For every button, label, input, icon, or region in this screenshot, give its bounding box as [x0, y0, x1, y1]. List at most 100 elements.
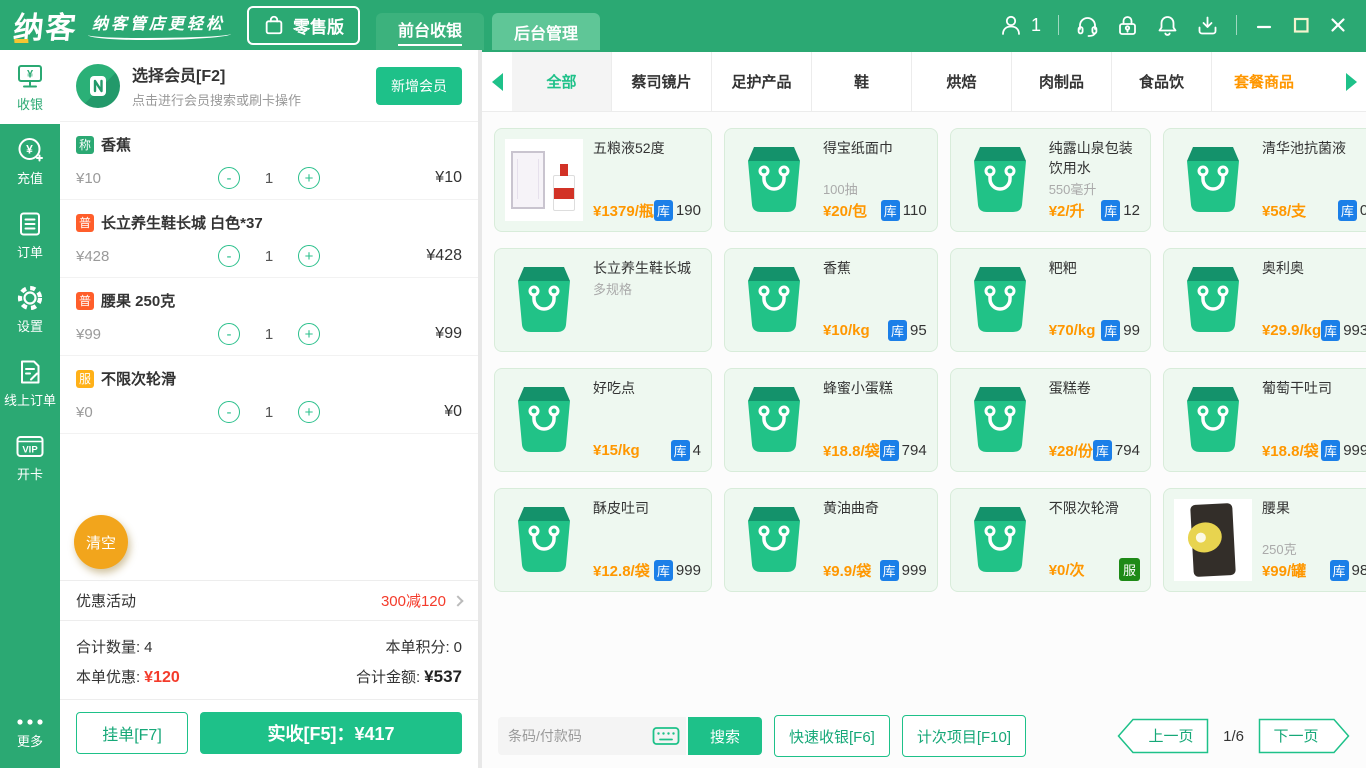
stock-badge: 库 — [1337, 200, 1357, 221]
item-name: 不限次轮滑 — [101, 371, 177, 388]
product-price: ¥99/罐 — [1261, 563, 1307, 580]
category-tab[interactable]: 肉制品 — [1012, 52, 1112, 111]
product-card[interactable]: 腰果 250克 ¥99/罐 库 98 — [1162, 488, 1366, 592]
product-bag-icon — [961, 259, 1039, 341]
product-name: 奥利奥 — [1261, 260, 1304, 276]
bell-icon[interactable] — [1156, 14, 1179, 37]
product-panel: 全部 蔡司镜片 足护产品 鞋 烘焙 肉制品 食品饮 套餐商品 五粮液52度 ¥1… — [482, 50, 1366, 768]
next-page-button[interactable]: 下一页 — [1258, 718, 1350, 754]
category-tab-combo[interactable]: 套餐商品 — [1212, 52, 1316, 111]
qty-plus-button[interactable]: + — [298, 323, 320, 345]
product-card[interactable]: 香蕉 ¥10/kg 库 95 — [723, 248, 938, 352]
points-value: 0 — [453, 638, 462, 656]
clear-cart-button[interactable]: 清空 — [74, 515, 128, 569]
product-card[interactable]: 长立养生鞋长城 多规格 — [494, 248, 712, 352]
product-card[interactable]: 蛋糕卷 ¥28/份库 794 — [949, 368, 1151, 472]
product-photo — [1173, 499, 1252, 581]
product-stock: 库 999 — [879, 560, 927, 581]
product-name: 好吃点 — [593, 380, 635, 396]
product-card[interactable]: 蜂蜜小蛋糕 ¥18.8/袋库 794 — [723, 368, 938, 472]
pay-button[interactable]: 实收[F5]：¥417 — [200, 712, 462, 754]
category-tab[interactable]: 食品饮 — [1112, 52, 1212, 111]
tab-back-management[interactable]: 后台管理 — [492, 13, 601, 50]
product-card[interactable]: 纯露山泉包装饮用水 550毫升 ¥2/升库 12 — [949, 128, 1151, 232]
product-name: 纯露山泉包装饮用水 — [1048, 140, 1133, 176]
lock-icon[interactable] — [1116, 14, 1139, 37]
count-item-button[interactable]: 计次项目[F10] — [901, 715, 1027, 757]
sidebar-item-settings[interactable]: 设置 — [0, 272, 60, 346]
product-card[interactable]: 粑粑 ¥70/kg 库 99 — [949, 248, 1151, 352]
qty-minus-button[interactable]: - — [218, 245, 240, 267]
add-member-button[interactable]: 新增会员 — [376, 66, 462, 105]
product-card[interactable]: 葡萄干吐司 ¥18.8/袋库 999 — [1162, 368, 1366, 472]
svg-text:VIP: VIP — [22, 444, 38, 455]
product-card[interactable]: 黄油曲奇 ¥9.9/袋库 999 — [723, 488, 938, 592]
headset-icon[interactable] — [1076, 14, 1099, 37]
bottom-bar: 搜索 快速收银[F6] 计次项目[F10] 上一页 1/6 下一页 — [482, 704, 1366, 768]
sidebar-item-online-orders[interactable]: 线上订单 — [0, 346, 60, 420]
clear-row: 清空 — [60, 504, 478, 580]
product-name: 五粮液52度 — [593, 140, 665, 156]
qty-plus-button[interactable]: + — [298, 167, 320, 189]
product-card[interactable]: 酥皮吐司 ¥12.8/袋库 999 — [494, 488, 712, 592]
svg-text:¥: ¥ — [26, 142, 33, 156]
product-card[interactable]: 得宝纸面巾 100抽 ¥20/包库 110 — [723, 128, 938, 232]
hold-order-button[interactable]: 挂单[F7] — [76, 712, 188, 754]
promo-row[interactable]: 优惠活动 300减120 — [60, 580, 478, 620]
download-icon[interactable] — [1196, 14, 1219, 37]
sidebar-item-more[interactable]: 更多 — [0, 698, 60, 768]
cart-item[interactable]: 普腰果 250克 ¥99 - 1 + ¥99 — [60, 278, 478, 356]
left-sidebar: ¥ 收银 ¥ 充值 订单 设置 线上订单 VIP 开卡 更多 — [0, 50, 60, 768]
product-stock: 库 999 — [1321, 440, 1366, 461]
product-bag-icon — [735, 139, 813, 221]
order-list-icon — [20, 212, 40, 235]
qty-plus-button[interactable]: + — [298, 401, 320, 423]
stock-badge: 库 — [888, 320, 908, 341]
search-button[interactable]: 搜索 — [688, 717, 762, 755]
product-card[interactable]: 五粮液52度 ¥1379/瓶库 190 — [494, 128, 712, 232]
arrow-left-icon — [491, 72, 503, 91]
product-card[interactable]: 奥利奥 ¥29.9/kg 库 993 — [1162, 248, 1366, 352]
keyboard-icon[interactable] — [652, 725, 680, 747]
sidebar-item-cashier[interactable]: ¥ 收银 — [0, 50, 60, 124]
minimize-button[interactable] — [1254, 15, 1274, 35]
category-tab[interactable]: 蔡司镜片 — [612, 52, 712, 111]
product-card[interactable]: 清华池抗菌液 ¥58/支 库 0 — [1162, 128, 1366, 232]
member-select-bar[interactable]: 选择会员[F2] 点击进行会员搜索或刷卡操作 新增会员 — [60, 50, 478, 122]
maximize-button[interactable] — [1291, 15, 1311, 35]
sidebar-item-recharge[interactable]: ¥ 充值 — [0, 124, 60, 198]
cart-item[interactable]: 称香蕉 ¥10 - 1 + ¥10 — [60, 122, 478, 200]
qty-minus-button[interactable]: - — [218, 167, 240, 189]
category-tab-all[interactable]: 全部 — [512, 52, 612, 111]
product-price: ¥18.8/袋 — [822, 443, 880, 460]
product-spec: 100抽 — [822, 182, 858, 197]
edition-label: 零售版 — [293, 17, 345, 37]
totals-section: 合计数量: 4 本单积分: 0 本单优惠: ¥120 合计金额: ¥537 — [60, 620, 478, 699]
recharge-icon: ¥ — [18, 137, 43, 161]
category-tab[interactable]: 鞋 — [812, 52, 912, 111]
category-tab[interactable]: 烘焙 — [912, 52, 1012, 111]
qty-minus-button[interactable]: - — [218, 401, 240, 423]
product-bag-icon — [1174, 139, 1252, 221]
sidebar-item-vip-card[interactable]: VIP 开卡 — [0, 420, 60, 494]
product-stock: 库 999 — [653, 560, 701, 581]
category-next-arrow[interactable] — [1336, 52, 1366, 111]
sidebar-item-label: 线上订单 — [3, 392, 56, 408]
quick-cashier-button[interactable]: 快速收银[F6] — [774, 715, 890, 757]
qty-minus-button[interactable]: - — [218, 323, 240, 345]
prev-page-button[interactable]: 上一页 — [1117, 718, 1209, 754]
category-prev-arrow[interactable] — [482, 52, 512, 111]
cart-item[interactable]: 服不限次轮滑 ¥0 - 1 + ¥0 — [60, 356, 478, 434]
tab-front-cashier[interactable]: 前台收银 — [376, 13, 485, 50]
category-tab[interactable]: 足护产品 — [712, 52, 812, 111]
sidebar-item-orders[interactable]: 订单 — [0, 198, 60, 272]
cart-item[interactable]: 普长立养生鞋长城 白色*37 ¥428 - 1 + ¥428 — [60, 200, 478, 278]
product-price: ¥1379/瓶 — [593, 203, 654, 220]
qty-plus-button[interactable]: + — [298, 245, 320, 267]
close-button[interactable] — [1328, 15, 1348, 35]
product-card[interactable]: 好吃点 ¥15/kg 库 4 — [494, 368, 712, 472]
product-name: 不限次轮滑 — [1048, 500, 1119, 516]
member-text: 选择会员[F2] 点击进行会员搜索或刷卡操作 — [132, 62, 301, 109]
user-icon[interactable] — [1000, 14, 1022, 36]
product-card[interactable]: 不限次轮滑 ¥0/次 服 — [949, 488, 1151, 592]
